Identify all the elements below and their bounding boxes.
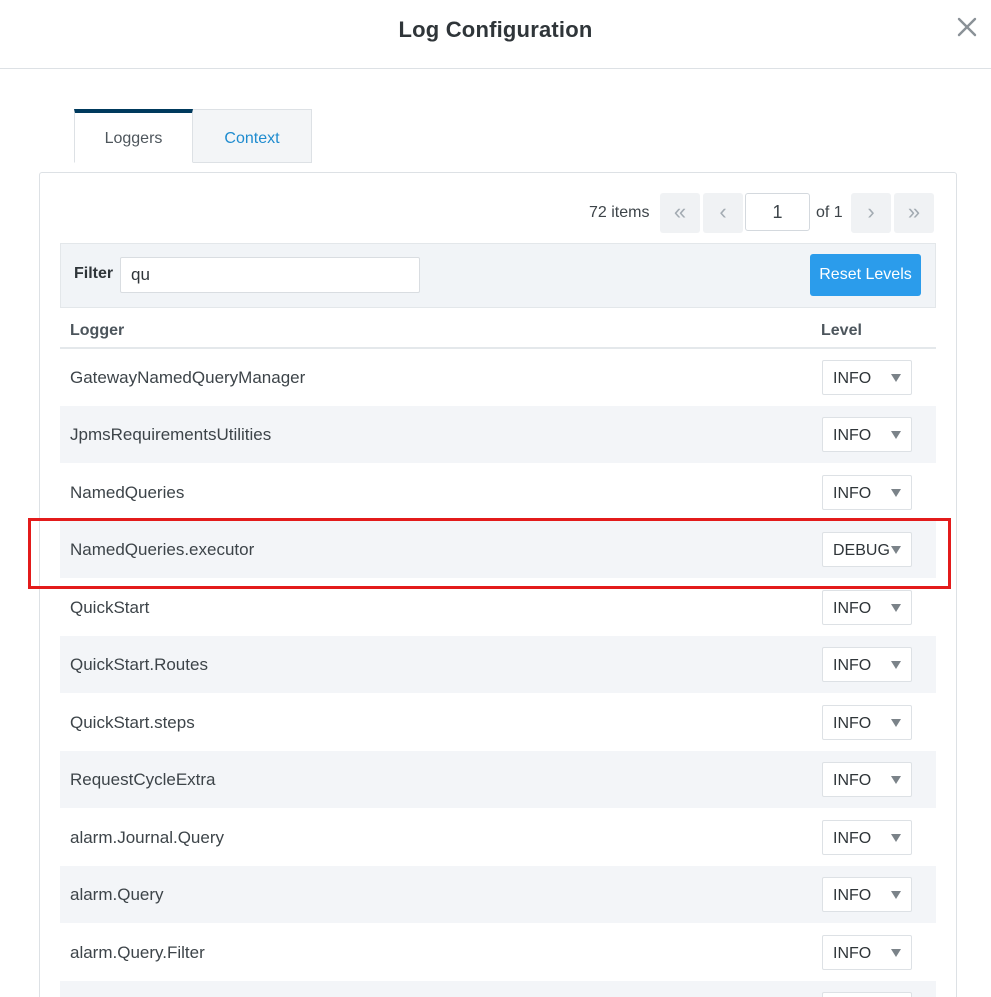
page-of-label: of 1 bbox=[816, 204, 843, 221]
logger-name: QuickStart bbox=[70, 598, 150, 617]
table-row: NamedQueries INFO bbox=[60, 464, 936, 521]
level-select[interactable]: INFO bbox=[822, 475, 912, 510]
next-page-button[interactable]: › bbox=[851, 193, 891, 233]
level-select[interactable]: INFO bbox=[822, 417, 912, 452]
table-row: QuickStart.Routes INFO bbox=[60, 636, 936, 693]
table-row: GatewayNamedQueryManager INFO bbox=[60, 349, 936, 406]
level-select[interactable]: INFO bbox=[822, 360, 912, 395]
logger-name: JpmsRequirementsUtilities bbox=[70, 425, 272, 444]
last-page-button[interactable]: » bbox=[894, 193, 934, 233]
first-page-button[interactable]: « bbox=[660, 193, 700, 233]
level-value: INFO bbox=[833, 830, 872, 847]
table-row: QuickStart INFO bbox=[60, 579, 936, 636]
level-select[interactable]: INFO bbox=[822, 820, 912, 855]
level-select[interactable]: INFO bbox=[822, 590, 912, 625]
table-row: alarm.Journal.Query INFO bbox=[60, 809, 936, 866]
chevron-down-icon bbox=[891, 374, 901, 382]
level-value: INFO bbox=[833, 370, 872, 387]
table-row: JpmsRequirementsUtilities INFO bbox=[60, 406, 936, 463]
logger-name: QuickStart.steps bbox=[70, 713, 195, 732]
page-number-input[interactable] bbox=[745, 193, 810, 231]
table-row: alarm.Query INFO bbox=[60, 866, 936, 923]
level-select[interactable]: INFO bbox=[822, 705, 912, 740]
logger-name: RequestCycleExtra bbox=[70, 770, 216, 789]
table-row: NamedQueries.executor DEBUG bbox=[60, 521, 936, 578]
chevron-down-icon bbox=[891, 431, 901, 439]
chevron-down-icon bbox=[891, 719, 901, 727]
reset-levels-button[interactable]: Reset Levels bbox=[810, 254, 921, 296]
level-value: INFO bbox=[833, 657, 872, 674]
chevron-down-icon bbox=[891, 834, 901, 842]
tab-context[interactable]: Context bbox=[193, 109, 312, 163]
chevron-down-icon bbox=[891, 776, 901, 784]
close-icon[interactable] bbox=[954, 12, 980, 40]
level-select[interactable]: INFO bbox=[822, 935, 912, 970]
table-row bbox=[60, 981, 936, 997]
filter-input[interactable] bbox=[120, 257, 420, 293]
chevron-down-icon bbox=[891, 604, 901, 612]
logger-name: alarm.Query.Filter bbox=[70, 943, 205, 962]
level-value: INFO bbox=[833, 427, 872, 444]
filter-label: Filter bbox=[74, 265, 114, 282]
chevron-down-icon bbox=[891, 546, 901, 554]
modal-title: Log Configuration bbox=[398, 17, 593, 42]
table-row: RequestCycleExtra INFO bbox=[60, 751, 936, 808]
logger-name: alarm.Journal.Query bbox=[70, 828, 225, 847]
items-count: 72 items bbox=[589, 204, 650, 221]
column-header-level: Level bbox=[821, 322, 862, 339]
table-row: alarm.Query.Filter INFO bbox=[60, 924, 936, 981]
logger-name: alarm.Query bbox=[70, 885, 164, 904]
chevron-down-icon bbox=[891, 489, 901, 497]
chevron-down-icon bbox=[891, 891, 901, 899]
column-header-logger: Logger bbox=[70, 322, 125, 339]
level-select[interactable]: INFO bbox=[822, 647, 912, 682]
level-select[interactable]: DEBUG bbox=[822, 532, 912, 567]
logger-name: QuickStart.Routes bbox=[70, 655, 208, 674]
level-value: INFO bbox=[833, 887, 872, 904]
level-select[interactable] bbox=[822, 992, 912, 997]
modal-header: Log Configuration bbox=[0, 0, 991, 69]
table-row: QuickStart.steps INFO bbox=[60, 694, 936, 751]
level-value: INFO bbox=[833, 945, 872, 962]
level-select[interactable]: INFO bbox=[822, 877, 912, 912]
level-value: INFO bbox=[833, 485, 872, 502]
prev-page-button[interactable]: ‹ bbox=[703, 193, 743, 233]
logger-name: NamedQueries.executor bbox=[70, 540, 255, 559]
level-select[interactable]: INFO bbox=[822, 762, 912, 797]
level-value: INFO bbox=[833, 772, 872, 789]
level-value: INFO bbox=[833, 600, 872, 617]
chevron-down-icon bbox=[891, 949, 901, 957]
level-value: DEBUG bbox=[833, 542, 890, 559]
tab-loggers[interactable]: Loggers bbox=[74, 109, 193, 163]
logger-name: GatewayNamedQueryManager bbox=[70, 368, 306, 387]
logger-name: NamedQueries bbox=[70, 483, 185, 502]
chevron-down-icon bbox=[891, 661, 901, 669]
level-value: INFO bbox=[833, 715, 872, 732]
